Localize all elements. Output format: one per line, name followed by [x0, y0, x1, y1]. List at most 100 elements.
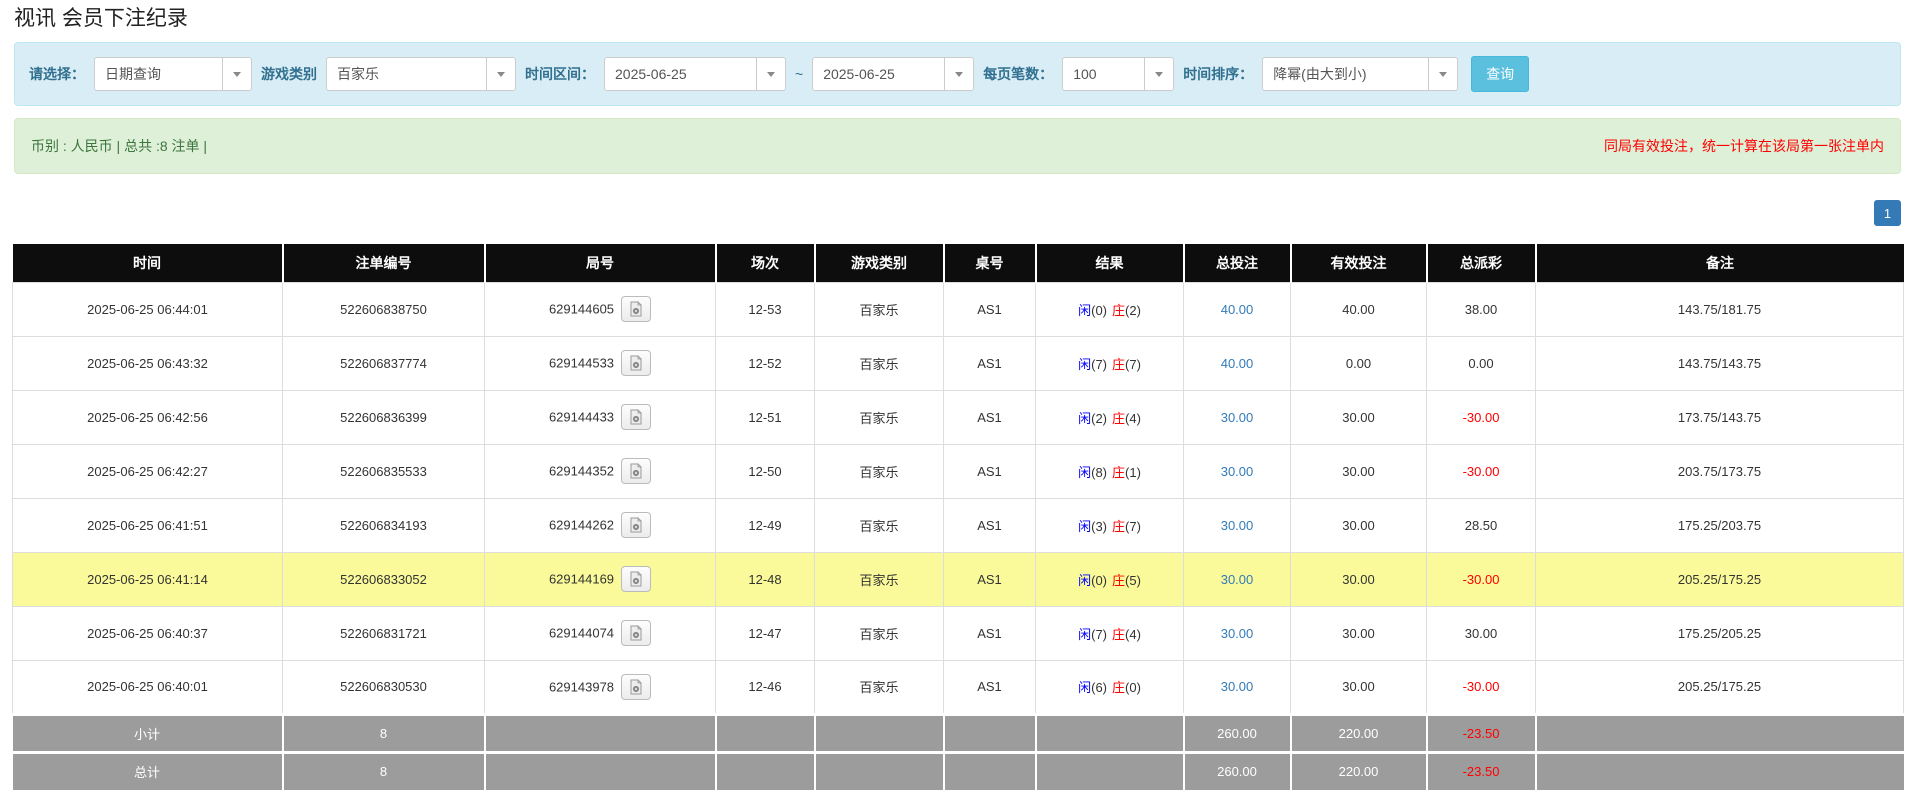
table-header-row: 时间 注单编号 局号 场次 游戏类别 桌号 结果 总投注 有效投注 总派彩 备注	[13, 244, 1904, 282]
video-file-icon	[628, 463, 644, 479]
column-header: 游戏类别	[815, 244, 944, 282]
cell-time: 2025-06-25 06:42:27	[13, 444, 283, 498]
query-type-label: 请选择：	[29, 64, 85, 84]
cell-time: 2025-06-25 06:43:32	[13, 336, 283, 390]
sort-select[interactable]: 降幂(由大到小)	[1262, 57, 1458, 91]
cell-payout: -30.00	[1427, 444, 1536, 498]
video-replay-button[interactable]	[621, 296, 651, 322]
cell-remark: 175.25/203.75	[1536, 498, 1904, 552]
player-result: 闲(0)	[1078, 303, 1107, 318]
cell-payout: 30.00	[1427, 606, 1536, 660]
game-type-label: 游戏类别	[261, 64, 317, 84]
cell-table-no: AS1	[944, 282, 1036, 336]
footer-empty-cell	[485, 752, 716, 790]
banker-result: 庄(7)	[1112, 357, 1141, 372]
video-replay-button[interactable]	[621, 566, 651, 592]
table-row: 2025-06-25 06:42:27 522606835533 6291443…	[13, 444, 1904, 498]
cell-time: 2025-06-25 06:44:01	[13, 282, 283, 336]
cell-result: 闲(0)庄(2)	[1036, 282, 1184, 336]
date-to-select[interactable]: 2025-06-25	[812, 57, 974, 91]
page-button-1[interactable]: 1	[1874, 200, 1901, 226]
cell-remark: 143.75/143.75	[1536, 336, 1904, 390]
footer-empty-cell	[716, 714, 815, 752]
footer-empty-cell	[1536, 752, 1904, 790]
cell-valid-bet: 30.00	[1291, 660, 1427, 714]
cell-total-bet: 30.00	[1184, 390, 1291, 444]
cell-session: 12-50	[716, 444, 815, 498]
video-replay-button[interactable]	[621, 404, 651, 430]
banker-result: 庄(1)	[1112, 465, 1141, 480]
footer-label: 小计	[13, 714, 283, 752]
column-header: 注单编号	[283, 244, 485, 282]
table-row: 2025-06-25 06:43:32 522606837774 6291445…	[13, 336, 1904, 390]
total-bet-link[interactable]: 30.00	[1221, 464, 1254, 479]
cell-result: 闲(7)庄(4)	[1036, 606, 1184, 660]
video-replay-button[interactable]	[621, 512, 651, 538]
video-file-icon	[628, 625, 644, 641]
table-row: 2025-06-25 06:44:01 522606838750 6291446…	[13, 282, 1904, 336]
cell-result: 闲(2)庄(4)	[1036, 390, 1184, 444]
video-replay-button[interactable]	[621, 674, 651, 700]
cell-valid-bet: 30.00	[1291, 552, 1427, 606]
cell-game-type: 百家乐	[815, 660, 944, 714]
footer-empty-cell	[944, 752, 1036, 790]
cell-table-no: AS1	[944, 660, 1036, 714]
video-replay-button[interactable]	[621, 350, 651, 376]
cell-total-bet: 30.00	[1184, 660, 1291, 714]
bet-records-table: 时间 注单编号 局号 场次 游戏类别 桌号 结果 总投注 有效投注 总派彩 备注…	[12, 244, 1904, 790]
game-type-select[interactable]: 百家乐	[326, 57, 516, 91]
total-bet-link[interactable]: 40.00	[1221, 302, 1254, 317]
cell-session: 12-46	[716, 660, 815, 714]
round-id-text: 629144605	[549, 302, 614, 317]
footer-empty-cell	[485, 714, 716, 752]
total-bet-link[interactable]: 30.00	[1221, 410, 1254, 425]
footer-empty-cell	[1036, 752, 1184, 790]
round-id-text: 629144074	[549, 626, 614, 641]
date-range-label: 时间区间：	[525, 64, 595, 84]
cell-bet-id: 522606837774	[283, 336, 485, 390]
total-bet-link[interactable]: 40.00	[1221, 356, 1254, 371]
table-row: 2025-06-25 06:42:56 522606836399 6291444…	[13, 390, 1904, 444]
video-file-icon	[628, 679, 644, 695]
cell-session: 12-48	[716, 552, 815, 606]
total-bet-link[interactable]: 30.00	[1221, 518, 1254, 533]
player-result: 闲(2)	[1078, 411, 1107, 426]
total-bet-link[interactable]: 30.00	[1221, 626, 1254, 641]
page-size-select[interactable]: 100	[1062, 57, 1174, 91]
cell-valid-bet: 40.00	[1291, 282, 1427, 336]
video-file-icon	[628, 571, 644, 587]
cell-bet-id: 522606830530	[283, 660, 485, 714]
cell-bet-id: 522606831721	[283, 606, 485, 660]
summary-bar: 币别 : 人民币 | 总共 :8 注单 | 同局有效投注，统一计算在该局第一张注…	[14, 118, 1901, 174]
cell-time: 2025-06-25 06:40:37	[13, 606, 283, 660]
table-row: 2025-06-25 06:40:01 522606830530 6291439…	[13, 660, 1904, 714]
player-result: 闲(7)	[1078, 357, 1107, 372]
cell-table-no: AS1	[944, 498, 1036, 552]
cell-total-bet: 30.00	[1184, 444, 1291, 498]
column-header: 总派彩	[1427, 244, 1536, 282]
round-id-text: 629144433	[549, 410, 614, 425]
cell-payout: 38.00	[1427, 282, 1536, 336]
cell-bet-id: 522606836399	[283, 390, 485, 444]
total-bet-link[interactable]: 30.00	[1221, 572, 1254, 587]
query-type-select[interactable]: 日期查询	[94, 57, 252, 91]
cell-valid-bet: 30.00	[1291, 390, 1427, 444]
cell-session: 12-53	[716, 282, 815, 336]
cell-bet-id: 522606838750	[283, 282, 485, 336]
total-bet-link[interactable]: 30.00	[1221, 679, 1254, 694]
column-header: 结果	[1036, 244, 1184, 282]
cell-payout: -30.00	[1427, 552, 1536, 606]
query-type-value: 日期查询	[95, 58, 222, 90]
cell-table-no: AS1	[944, 606, 1036, 660]
search-button[interactable]: 查询	[1471, 56, 1529, 92]
cell-bet-id: 522606835533	[283, 444, 485, 498]
game-type-value: 百家乐	[327, 58, 486, 90]
cell-result: 闲(0)庄(5)	[1036, 552, 1184, 606]
video-replay-button[interactable]	[621, 458, 651, 484]
video-replay-button[interactable]	[621, 620, 651, 646]
cell-total-bet: 40.00	[1184, 282, 1291, 336]
video-file-icon	[628, 301, 644, 317]
date-from-select[interactable]: 2025-06-25	[604, 57, 786, 91]
chevron-down-icon	[756, 58, 785, 90]
cell-valid-bet: 0.00	[1291, 336, 1427, 390]
